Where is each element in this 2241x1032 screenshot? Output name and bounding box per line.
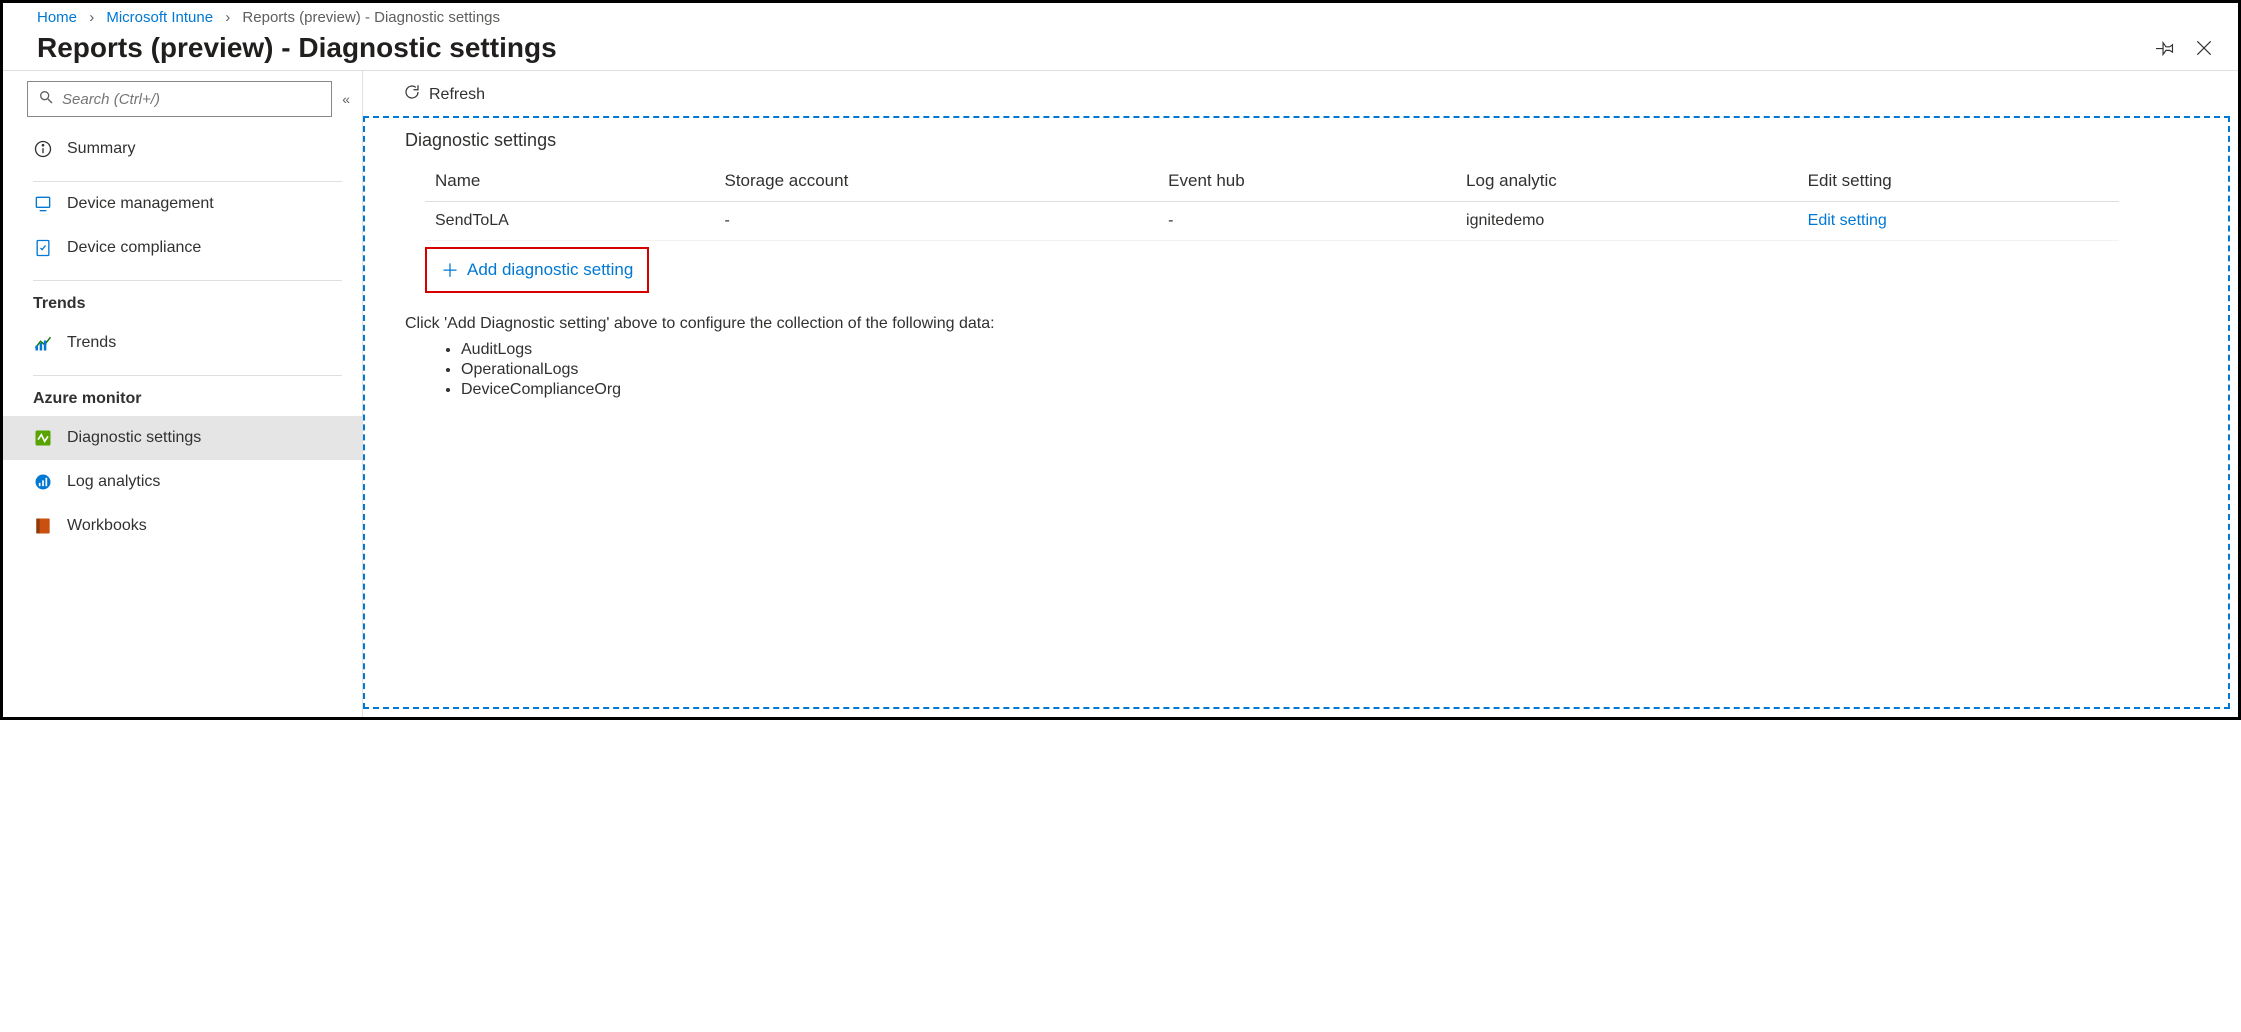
page-title: Reports (preview) - Diagnostic settings [37,32,2138,64]
info-icon [33,139,53,159]
table-header-row: Name Storage account Event hub Log analy… [425,163,2119,202]
list-item: OperationalLogs [461,361,2188,379]
sidebar-heading-trends: Trends [3,281,362,321]
sidebar-search[interactable] [27,81,332,117]
sidebar-item-trends[interactable]: Trends [3,321,362,365]
cell-loganalytic: ignitedemo [1456,202,1798,241]
sidebar-item-device-compliance[interactable]: Device compliance [3,226,362,270]
edit-setting-link[interactable]: Edit setting [1808,212,1887,229]
sidebar-item-log-analytics[interactable]: Log analytics [3,460,362,504]
sidebar-item-summary[interactable]: Summary [3,127,362,171]
device-icon [33,194,53,214]
compliance-icon [33,238,53,258]
trends-icon [33,333,53,353]
cell-storage: - [715,202,1159,241]
col-name: Name [425,163,715,202]
sidebar-item-label: Summary [67,140,135,158]
col-storage: Storage account [715,163,1159,202]
sidebar-item-label: Device compliance [67,239,201,257]
col-edit: Edit setting [1798,163,2119,202]
add-diagnostic-setting-button[interactable]: ＋ Add diagnostic setting [425,247,649,293]
cell-eventhub: - [1158,202,1456,241]
workbooks-icon [33,516,53,536]
sidebar-item-label: Diagnostic settings [67,429,201,447]
sidebar-item-label: Device management [67,195,214,213]
close-icon[interactable] [2194,38,2214,58]
sidebar: « Summary Device management Device co [3,71,363,717]
breadcrumb: Home › Microsoft Intune › Reports (previ… [3,3,2238,26]
configure-hint: Click 'Add Diagnostic setting' above to … [405,315,2188,333]
sidebar-item-label: Workbooks [67,517,147,535]
cell-name: SendToLA [425,202,715,241]
table-row: SendToLA - - ignitedemo Edit setting [425,202,2119,241]
log-analytics-icon [33,472,53,492]
add-diagnostic-label: Add diagnostic setting [467,260,633,280]
diagnostic-icon [33,428,53,448]
search-input[interactable] [62,91,321,108]
breadcrumb-current: Reports (preview) - Diagnostic settings [242,9,500,26]
sidebar-item-device-management[interactable]: Device management [3,182,362,226]
search-icon [38,89,54,110]
pin-icon[interactable] [2156,38,2176,58]
plus-icon: ＋ [441,257,459,283]
refresh-button[interactable]: Refresh [403,83,485,106]
section-title: Diagnostic settings [405,130,2188,151]
refresh-icon [403,83,429,106]
col-loganalytic: Log analytic [1456,163,1798,202]
list-item: AuditLogs [461,341,2188,359]
data-types-list: AuditLogs OperationalLogs DeviceComplian… [461,341,2188,399]
sidebar-item-label: Log analytics [67,473,160,491]
breadcrumb-intune-link[interactable]: Microsoft Intune [106,9,213,26]
sidebar-item-workbooks[interactable]: Workbooks [3,504,362,548]
sidebar-item-diagnostic-settings[interactable]: Diagnostic settings [3,416,362,460]
diagnostic-settings-table: Name Storage account Event hub Log analy… [425,163,2119,241]
breadcrumb-separator: › [225,9,230,26]
list-item: DeviceComplianceOrg [461,381,2188,399]
sidebar-item-label: Trends [67,334,116,352]
col-eventhub: Event hub [1158,163,1456,202]
collapse-sidebar-icon[interactable]: « [342,91,350,107]
highlight-region: Diagnostic settings Name Storage account… [363,116,2230,709]
breadcrumb-separator: › [89,9,94,26]
sidebar-heading-azure-monitor: Azure monitor [3,376,362,416]
toolbar: Refresh [363,71,2238,116]
refresh-label: Refresh [429,86,485,104]
breadcrumb-home-link[interactable]: Home [37,9,77,26]
